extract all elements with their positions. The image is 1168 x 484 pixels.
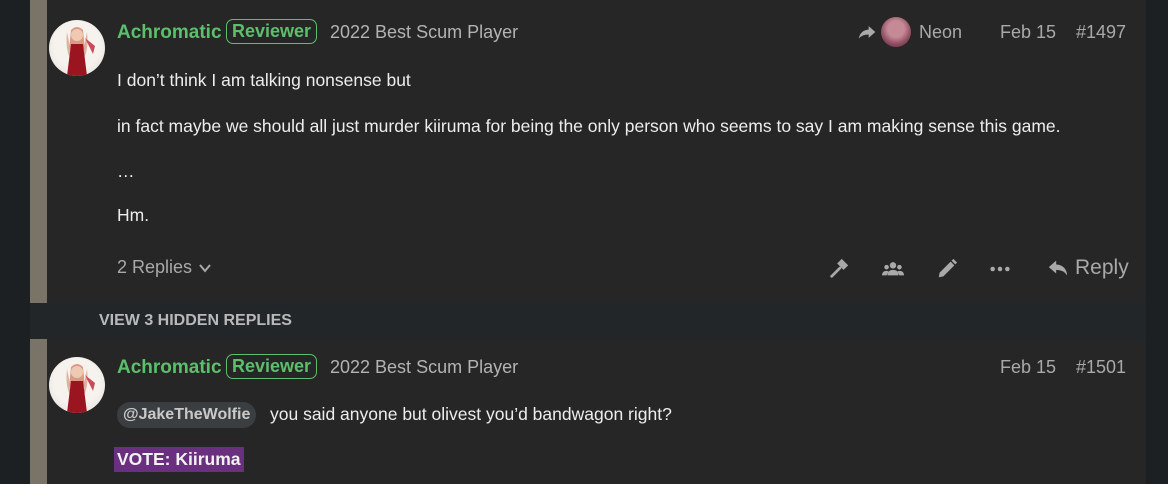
reply-icon [1048, 260, 1068, 276]
reply-to-username: Neon [919, 21, 963, 42]
more-icon [990, 266, 1010, 272]
user-mention[interactable]: @JakeTheWolfie [117, 402, 257, 428]
view-hidden-replies-bar[interactable]: VIEW 3 HIDDEN REPLIES [30, 303, 1146, 339]
vote-highlight: VOTE: Kiiruma [114, 447, 244, 472]
reply-arrow-icon [858, 26, 876, 39]
more-button[interactable] [985, 254, 1015, 284]
post-date[interactable]: Feb 15 [1000, 357, 1056, 378]
post-1501: Achromatic Reviewer 2022 Best Scum Playe… [30, 339, 1146, 484]
post-1497: Achromatic Reviewer 2022 Best Scum Playe… [30, 0, 1146, 303]
reply-button[interactable]: Reply [1047, 256, 1129, 280]
post-number[interactable]: #1497 [1076, 22, 1126, 43]
post-date[interactable]: Feb 15 [1000, 22, 1056, 43]
user-badge[interactable]: Reviewer [226, 19, 318, 44]
post-text-line-3: … [117, 161, 135, 181]
chevron-down-icon [199, 263, 211, 273]
edit-button[interactable] [932, 254, 962, 284]
username[interactable]: Achromatic [117, 22, 222, 44]
pencil-icon [938, 258, 958, 278]
hammer-icon [830, 258, 849, 278]
reply-label: Reply [1075, 256, 1129, 279]
post-text-line-4: Hm. [117, 205, 150, 225]
view-hidden-replies-label: VIEW 3 HIDDEN REPLIES [99, 312, 292, 329]
user-title: 2022 Best Scum Player [330, 357, 519, 377]
user-badge[interactable]: Reviewer [226, 354, 318, 379]
reply-to-avatar [881, 17, 911, 47]
replies-toggle-button[interactable]: 2 Replies [117, 257, 212, 278]
post-text-line-1: I don’t think I am talking nonsense but [117, 70, 411, 90]
avatar[interactable] [49, 357, 105, 413]
group-button[interactable] [878, 254, 908, 284]
post-text-line-2: in fact maybe we should all just murder … [117, 116, 1061, 136]
avatar-image [66, 364, 95, 413]
post-text-line-1: you said anyone but olivest you’d bandwa… [270, 404, 672, 424]
avatar[interactable] [49, 20, 105, 76]
avatar-image [66, 27, 95, 76]
user-title: 2022 Best Scum Player [330, 22, 519, 42]
replies-count: 2 Replies [117, 257, 193, 277]
post-number[interactable]: #1501 [1076, 357, 1126, 378]
group-icon [882, 262, 904, 276]
reply-to-tab[interactable]: Neon [857, 17, 962, 47]
hammer-button[interactable] [824, 254, 854, 284]
username[interactable]: Achromatic [117, 357, 222, 379]
